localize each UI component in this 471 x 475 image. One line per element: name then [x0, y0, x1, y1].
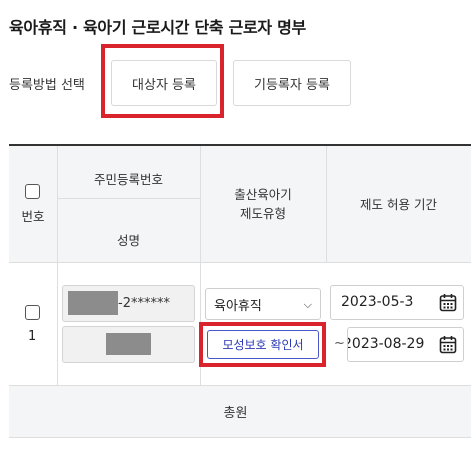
period-separator: ~ [334, 336, 345, 351]
masked-area [106, 333, 151, 355]
calendar-icon[interactable] [439, 293, 457, 312]
header-program-type-line1: 출산육아기 [234, 187, 292, 202]
column-divider [200, 146, 201, 385]
resident-number-text: -2****** [118, 296, 170, 311]
program-type-select[interactable]: 육아휴직 ⌵ [205, 288, 321, 320]
existing-register-button[interactable]: 기등록자 등록 [233, 60, 351, 106]
total-label: 총원 [223, 406, 248, 421]
end-date-value: 2023-08-29 [347, 336, 425, 352]
header-number: 번호 [21, 209, 45, 224]
start-date-input[interactable]: 2023-05-3 [330, 285, 464, 320]
calendar-icon[interactable] [439, 335, 457, 354]
target-register-button[interactable]: 대상자 등록 [111, 60, 217, 106]
header-name: 성명 [116, 233, 140, 248]
header-allowed-period: 제도 허용 기간 [360, 197, 437, 212]
select-all-checkbox[interactable] [25, 184, 40, 199]
row-divider [9, 437, 471, 438]
masked-area [68, 291, 118, 315]
header-program-type-line2: 제도유형 [239, 206, 286, 221]
end-date-input[interactable]: 2023-08-29 [347, 327, 464, 362]
row-divider [9, 385, 471, 386]
chevron-down-icon: ⌵ [303, 298, 312, 311]
row-checkbox[interactable] [25, 305, 40, 320]
row-number: 1 [28, 329, 37, 344]
maternity-protection-confirmation-button[interactable]: 모성보호 확인서 [207, 330, 319, 359]
header-divider [57, 198, 200, 199]
registration-method-label: 등록방법 선택 [9, 78, 85, 93]
row-divider [9, 262, 471, 263]
header-resident-number: 주민등록번호 [93, 172, 163, 187]
page-title: 육아휴직 · 육아기 근로시간 단축 근로자 명부 [9, 18, 306, 37]
start-date-value: 2023-05-3 [341, 294, 414, 310]
program-type-value: 육아휴직 [214, 298, 262, 314]
